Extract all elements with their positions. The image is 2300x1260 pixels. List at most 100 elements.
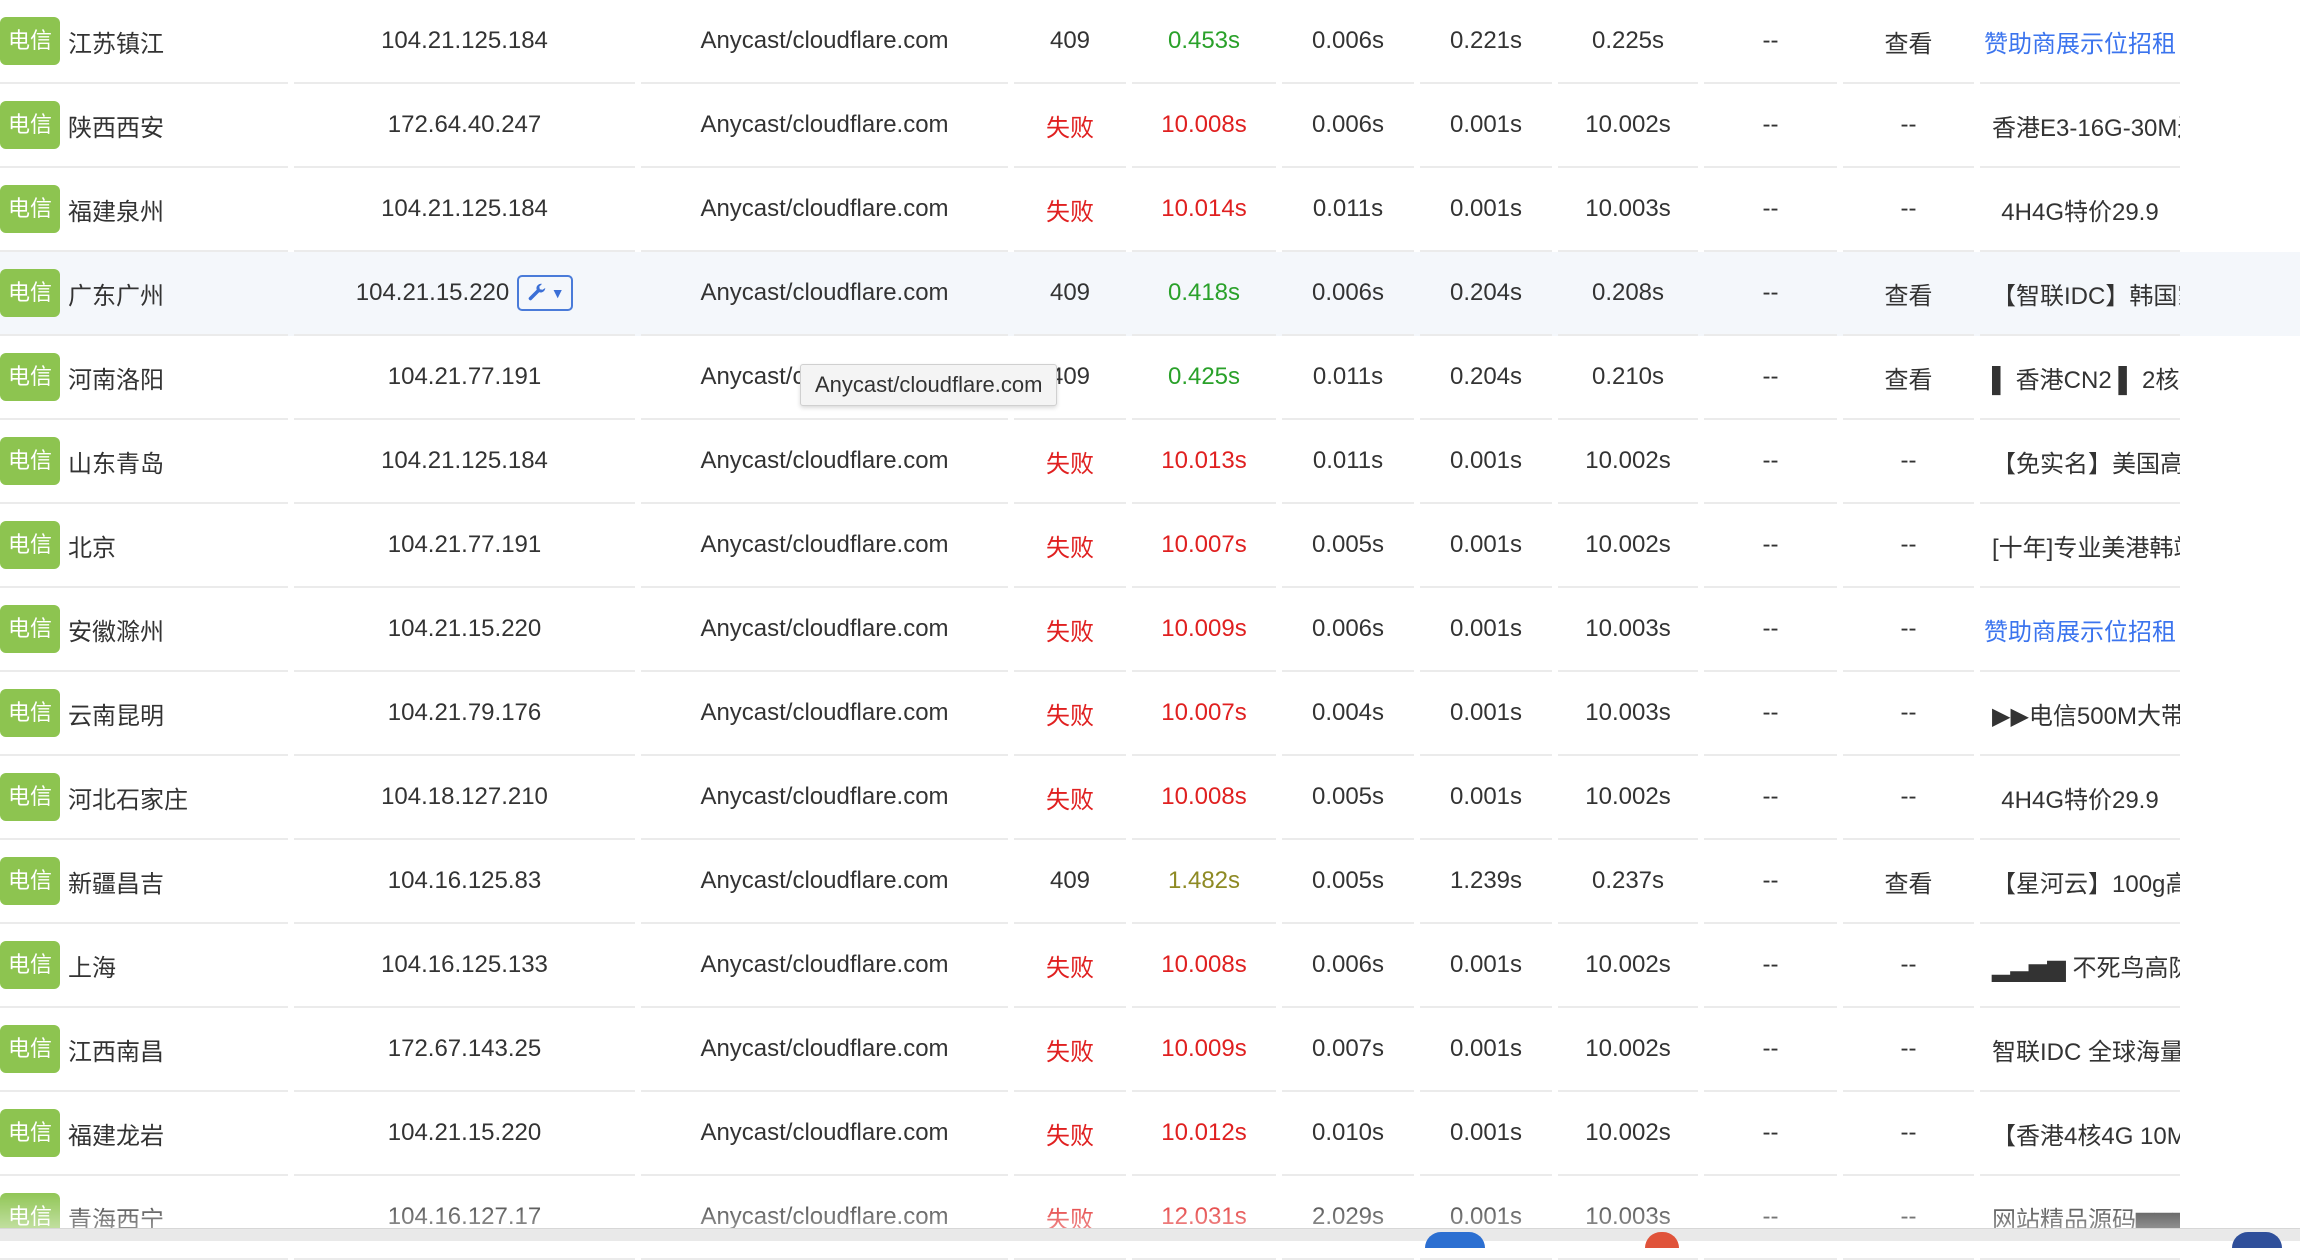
table-row: 电信 安徽滁州 104.21.15.220 Anycast/cloudflare.co…	[0, 588, 2300, 672]
header-cell: --	[1843, 1008, 1974, 1092]
connect-time: 0.204s	[1420, 252, 1552, 336]
header-cell: --	[1843, 672, 1974, 756]
connect-time: 0.001s	[1420, 1008, 1552, 1092]
ip-cell: 104.21.15.220	[294, 588, 635, 672]
sponsor-ad-link[interactable]: 【智联IDC】韩国家宽双ISP/澳	[1980, 252, 2180, 336]
sponsor-ad-link[interactable]: 【星河云】100g高防4h4g20m	[1980, 840, 2180, 924]
isp-badge: 电信	[0, 269, 61, 317]
ip-address: 104.21.79.176	[387, 699, 542, 726]
table-row: 电信 山东青岛 104.21.125.184 Anycast/cloudflare.c…	[0, 420, 2300, 504]
ip-address: 172.67.143.25	[387, 1035, 542, 1062]
sponsor-ad-link[interactable]: 4H4G特价29.9	[1980, 756, 2180, 840]
dock-app-icon[interactable]	[2232, 1232, 2282, 1248]
location-cell: 电信 河北石家庄	[0, 756, 288, 840]
host-cell[interactable]: Anycast/cloudflare.com	[641, 672, 1008, 756]
download-time: 10.002s	[1558, 504, 1698, 588]
host-tooltip: Anycast/cloudflare.com	[800, 364, 1058, 406]
ip-address: 104.16.125.83	[387, 867, 542, 894]
isp-badge: 电信	[0, 17, 61, 65]
table-row: 电信 江西南昌 172.67.143.25 Anycast/cloudflare.co…	[0, 1008, 2300, 1092]
sponsor-ad-link[interactable]: 香港E3-16G-30M送高防IP 2	[1980, 84, 2180, 168]
location-cell: 电信 云南昆明	[0, 672, 288, 756]
ip-address: 104.16.127.17	[387, 1203, 542, 1230]
view-header-link[interactable]: 查看	[1843, 840, 1974, 924]
host-cell[interactable]: Anycast/cloudflare.com	[641, 588, 1008, 672]
ip-cell: 104.21.15.220 ▼	[294, 252, 635, 336]
sponsor-ad-link[interactable]: 【香港4核4G 10M 19.9/月】	[1980, 1092, 2180, 1176]
host-cell[interactable]: Anycast/cloudflare.com	[641, 504, 1008, 588]
location-name: 安徽滁州	[68, 618, 165, 646]
ip-cell: 104.16.125.133	[294, 924, 635, 1008]
host-cell[interactable]: Anycast/cloudflare.com	[641, 0, 1008, 84]
dns-time: 0.011s	[1282, 168, 1414, 252]
table-row: 电信 陕西西安 172.64.40.247 Anycast/cloudflare.co…	[0, 84, 2300, 168]
sponsor-ad-link[interactable]: 4H4G特价29.9	[1980, 168, 2180, 252]
download-time: 10.002s	[1558, 756, 1698, 840]
host-cell[interactable]: Anycast/cloudflare.com	[641, 1092, 1008, 1176]
host-cell[interactable]: Anycast/cloudflare.com	[641, 924, 1008, 1008]
download-time: 10.002s	[1558, 1092, 1698, 1176]
host-cell[interactable]: Anycast/cloudflare.com	[641, 840, 1008, 924]
location-cell: 电信 河南洛阳	[0, 336, 288, 420]
dock-app-icon[interactable]	[1425, 1232, 1485, 1248]
host-cell[interactable]: Anycast/cloudflare.com	[641, 1008, 1008, 1092]
sponsor-ad-link[interactable]: 赞助商展示位招租	[1980, 588, 2180, 672]
redirect-cell: --	[1704, 588, 1837, 672]
total-time: 12.031s	[1132, 1176, 1276, 1260]
dns-time: 0.011s	[1282, 420, 1414, 504]
dns-time: 0.006s	[1282, 924, 1414, 1008]
total-time: 10.013s	[1132, 420, 1276, 504]
header-cell: --	[1843, 1176, 1974, 1260]
host-cell[interactable]: Anycast/cloudflare.com	[641, 756, 1008, 840]
download-time: 0.237s	[1558, 840, 1698, 924]
header-cell: --	[1843, 588, 1974, 672]
dns-time: 0.010s	[1282, 1092, 1414, 1176]
location-name: 云南昆明	[68, 702, 165, 730]
table-row: 电信 上海 104.16.125.133 Anycast/cloudflare.com…	[0, 924, 2300, 1008]
sponsor-ad-link[interactable]: 智联IDC 全球海量各国原生IP	[1980, 1008, 2180, 1092]
location-name: 新疆昌吉	[68, 870, 165, 898]
isp-badge: 电信	[0, 857, 61, 905]
location-name: 河北石家庄	[68, 786, 189, 814]
isp-badge: 电信	[0, 941, 61, 989]
view-header-link[interactable]: 查看	[1843, 252, 1974, 336]
sponsor-ad-link[interactable]: ▶▶电信500M大带宽54/月起	[1980, 672, 2180, 756]
host-cell[interactable]: Anycast/cloudflare.com	[641, 420, 1008, 504]
location-cell: 电信 青海西宁	[0, 1176, 288, 1260]
chevron-down-icon: ▼	[550, 285, 565, 301]
sponsor-ad-link[interactable]: 赞助商展示位招租	[1980, 0, 2180, 84]
sponsor-ad-link[interactable]: ▌ 香港CN2 ▌ 2核2G 3M 19元	[1980, 336, 2180, 420]
host-cell[interactable]: Anycast/cloudflare.com	[641, 84, 1008, 168]
status-code: 409	[1014, 252, 1126, 336]
ip-tools-button[interactable]: ▼	[517, 275, 574, 311]
dns-time: 0.005s	[1282, 840, 1414, 924]
table-row: 电信 江苏镇江 104.21.125.184 Anycast/cloudflare.c…	[0, 0, 2300, 84]
download-time: 0.225s	[1558, 0, 1698, 84]
ip-cell: 104.21.125.184	[294, 0, 635, 84]
view-header-link[interactable]: 查看	[1843, 0, 1974, 84]
redirect-cell: --	[1704, 756, 1837, 840]
ip-address: 104.21.77.191	[387, 531, 542, 558]
location-cell: 电信 福建泉州	[0, 168, 288, 252]
total-time: 10.009s	[1132, 1008, 1276, 1092]
host-cell[interactable]: Anycast/cloudflare.com	[641, 1176, 1008, 1260]
host-cell[interactable]: Anycast/cloudflare.com	[641, 168, 1008, 252]
sponsor-ad-link[interactable]: 网站精品源码▆▆▆游戏源码▆	[1980, 1176, 2180, 1260]
sponsor-ad-link[interactable]: 【免实名】美国高防200G/香港	[1980, 420, 2180, 504]
connect-time: 0.001s	[1420, 420, 1552, 504]
ip-address: 104.21.125.184	[381, 195, 548, 222]
sponsor-ad-link[interactable]: ▂▃▅▆ 不死鸟高防CDN ▆▅	[1980, 924, 2180, 1008]
status-code: 失败	[1014, 672, 1126, 756]
table-row: 电信 云南昆明 104.21.79.176 Anycast/cloudflare.co…	[0, 672, 2300, 756]
location-name: 上海	[68, 954, 117, 982]
isp-badge: 电信	[0, 185, 61, 233]
host-cell[interactable]: Anycast/cloudflare.com	[641, 252, 1008, 336]
total-time: 0.418s	[1132, 252, 1276, 336]
header-cell: --	[1843, 168, 1974, 252]
dns-time: 0.005s	[1282, 504, 1414, 588]
location-cell: 电信 江苏镇江	[0, 0, 288, 84]
connect-time: 0.001s	[1420, 1092, 1552, 1176]
sponsor-ad-link[interactable]: [十年]专业美港韩站群多IP高防	[1980, 504, 2180, 588]
wrench-icon	[528, 283, 546, 301]
view-header-link[interactable]: 查看	[1843, 336, 1974, 420]
